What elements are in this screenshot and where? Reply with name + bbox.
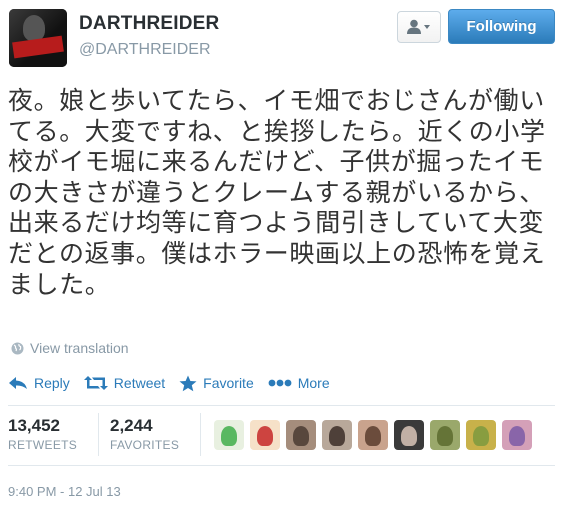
favoriter-avatar-figure: [221, 426, 237, 446]
view-translation-link[interactable]: View translation: [11, 340, 129, 356]
person-dropdown-icon: [407, 19, 430, 34]
favorites-stat[interactable]: 2,244 FAVORITES: [110, 416, 179, 452]
favoriter-avatar[interactable]: [466, 420, 496, 450]
reply-label: Reply: [34, 375, 70, 391]
favoriter-avatar-figure: [365, 426, 381, 446]
divider-bottom: [8, 465, 555, 466]
favoriter-avatar[interactable]: [322, 420, 352, 450]
stat-separator: [200, 413, 201, 456]
favoriter-avatar[interactable]: [250, 420, 280, 450]
following-button[interactable]: Following: [448, 9, 555, 44]
favoriters-avatars: [214, 420, 538, 450]
tweet-text: 夜。娘と歩いてたら、イモ畑でおじさんが働いてる。大変ですね、と挨拶したら。近くの…: [8, 86, 546, 299]
more-action[interactable]: More: [268, 375, 330, 391]
profile-handle[interactable]: @DARTHREIDER: [79, 41, 211, 59]
reply-icon: [9, 377, 27, 389]
retweets-count: 13,452: [8, 416, 60, 435]
tweet-timestamp[interactable]: 9:40 PM - 12 Jul 13: [8, 484, 121, 499]
user-actions-dropdown[interactable]: [397, 11, 441, 43]
profile-fullname[interactable]: DARTHREIDER: [79, 13, 219, 35]
retweet-label: Retweet: [113, 375, 166, 391]
retweets-stat[interactable]: 13,452 RETWEETS: [8, 416, 77, 452]
more-label: More: [297, 375, 330, 391]
more-dots-icon: [268, 379, 292, 387]
favoriter-avatar-figure: [437, 426, 453, 446]
favoriter-avatar-figure: [329, 426, 345, 446]
favoriter-avatar[interactable]: [214, 420, 244, 450]
favoriter-avatar[interactable]: [358, 420, 388, 450]
retweets-label: RETWEETS: [8, 438, 78, 452]
favoriter-avatar-figure: [257, 426, 273, 446]
avatar-figure: [23, 15, 45, 41]
favoriter-avatar[interactable]: [286, 420, 316, 450]
divider-top: [8, 405, 555, 406]
favoriter-avatar[interactable]: [502, 420, 532, 450]
tweet-actions: Reply Retweet Favorite More: [8, 371, 344, 395]
favoriter-avatar-figure: [473, 426, 489, 446]
profile-avatar[interactable]: [9, 9, 67, 67]
retweet-action[interactable]: Retweet: [83, 375, 166, 391]
favoriter-avatar-figure: [293, 426, 309, 446]
view-translation-label: View translation: [30, 340, 129, 356]
favoriter-avatar-figure: [509, 426, 525, 446]
favoriter-avatar[interactable]: [430, 420, 460, 450]
reply-action[interactable]: Reply: [8, 375, 70, 391]
retweet-icon: [83, 376, 108, 390]
star-icon: [179, 375, 197, 391]
favoriter-avatar[interactable]: [394, 420, 424, 450]
stat-separator: [98, 413, 99, 456]
favorites-count: 2,244: [110, 416, 153, 435]
favoriter-avatar-figure: [401, 426, 417, 446]
favorite-action[interactable]: Favorite: [179, 375, 254, 392]
favorite-label: Favorite: [203, 375, 254, 391]
favorites-label: FAVORITES: [110, 438, 180, 452]
globe-icon: [11, 342, 24, 354]
